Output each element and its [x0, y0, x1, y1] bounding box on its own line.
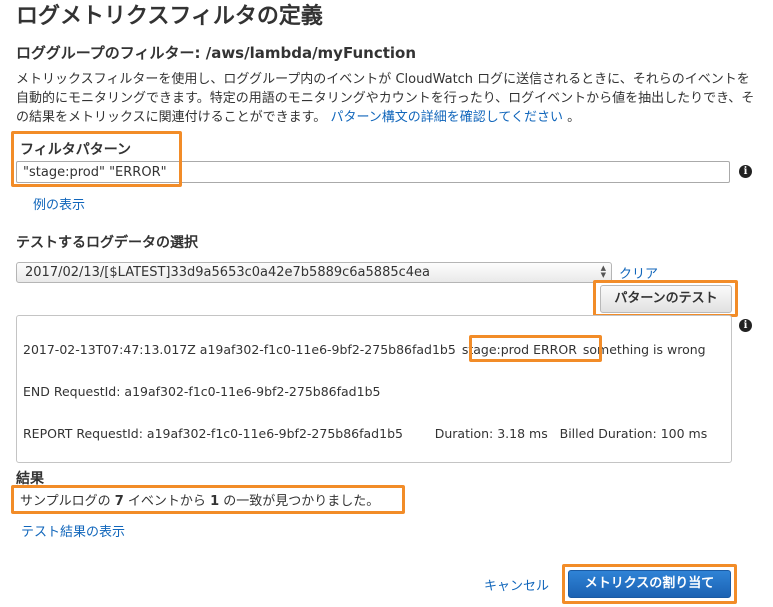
log-events-box: 2017-02-13T07:47:13.017Z a19af302-f1c0-1… [16, 315, 732, 463]
updown-arrows-icon: ▲ ▼ [600, 264, 606, 279]
match-highlight [469, 335, 602, 362]
info-icon[interactable]: i [739, 319, 752, 332]
page-title: ログメトリクスフィルタの定義 [16, 4, 323, 29]
show-test-results-link[interactable]: テスト結果の表示 [21, 521, 125, 540]
results-highlight [11, 485, 405, 514]
filter-pattern-highlight [11, 131, 182, 187]
description-suffix: 。 [567, 110, 581, 125]
show-examples-link[interactable]: 例の表示 [33, 194, 85, 213]
pattern-syntax-link[interactable]: パターン構文の詳細を確認してください [330, 110, 563, 125]
test-button-highlight [593, 280, 738, 317]
log-group-subtitle: ロググループのフィルター: /aws/lambda/myFunction [16, 44, 417, 62]
log-stream-selected-value: 2017/02/13/[$LATEST]33d9a5653c0a42e7b588… [25, 265, 430, 280]
description: メトリックスフィルターを使用し、ロググループ内のイベントが CloudWatch… [16, 70, 756, 127]
info-icon[interactable]: i [739, 165, 752, 178]
log-stream-select[interactable]: 2017/02/13/[$LATEST]33d9a5653c0a42e7b588… [16, 262, 612, 283]
log-line-1: 2017-02-13T07:47:13.017Z a19af302-f1c0-1… [23, 342, 706, 357]
log-line-2: END RequestId: a19af302-f1c0-11e6-9bf2-2… [23, 384, 381, 399]
test-data-label: テストするログデータの選択 [16, 235, 198, 251]
cancel-link[interactable]: キャンセル [484, 575, 549, 594]
assign-button-highlight [562, 564, 737, 604]
log-line-1-prefix: 2017-02-13T07:47:13.017Z a19af302-f1c0-1… [23, 342, 456, 357]
log-line-3: REPORT RequestId: a19af302-f1c0-11e6-9bf… [23, 426, 708, 441]
